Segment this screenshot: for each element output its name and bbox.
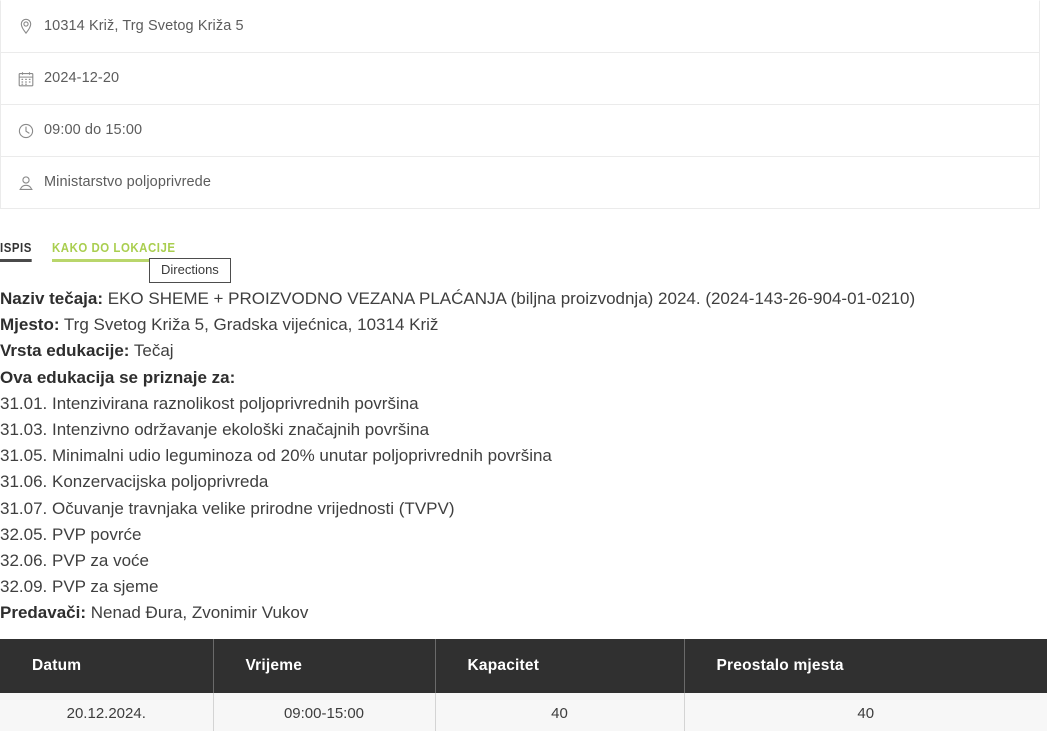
list-item: 31.06. Konzervacijska poljoprivreda (0, 472, 269, 492)
table-body: 20.12.2024. 09:00-15:00 40 40 (0, 693, 1047, 731)
cell-datum: 20.12.2024. (0, 693, 214, 731)
event-detail-page: 10314 Križ, Trg Svetog Križa 5 2024-12-2… (0, 0, 1047, 731)
list-item: 31.01. Intenzivirana raznolikost poljopr… (0, 393, 419, 413)
detail-lecturers-label: Predavači: (0, 603, 86, 623)
event-details: Naziv tečaja: EKO SHEME + PROIZVODNO VEZ… (0, 286, 1047, 627)
detail-lecturers-value: Nenad Đura, Zvonimir Vukov (90, 603, 309, 623)
list-item: 31.05. Minimalni udio leguminoza od 20% … (0, 446, 552, 466)
detail-type-value: Tečaj (133, 341, 174, 361)
info-location-text: 10314 Križ, Trg Svetog Križa 5 (44, 18, 244, 35)
list-item: 32.09. PVP za sjeme (0, 577, 159, 597)
calendar-icon (17, 70, 35, 88)
detail-type-label: Vrsta edukacije: (0, 341, 130, 361)
table-header: Datum Vrijeme Kapacitet Preostalo mjesta (0, 639, 1047, 693)
detail-course-value: EKO SHEME + PROIZVODNO VEZANA PLAĆANJA (… (107, 289, 916, 308)
table-row: 20.12.2024. 09:00-15:00 40 40 (0, 693, 1047, 731)
list-item: 31.03. Intenzivno održavanje ekološki zn… (0, 420, 430, 440)
list-item: 32.05. PVP povrće (0, 524, 142, 544)
clock-icon (17, 122, 35, 140)
map-pin-icon (17, 18, 35, 36)
detail-type: Vrsta edukacije: Tečaj (0, 338, 1047, 364)
print-link[interactable]: ISPIS (0, 240, 32, 262)
user-icon (17, 174, 35, 192)
detail-place-label: Mjesto: (0, 315, 60, 335)
event-info-list: 10314 Križ, Trg Svetog Križa 5 2024-12-2… (0, 0, 1040, 209)
column-header-vrijeme: Vrijeme (213, 639, 436, 693)
column-header-kapacitet: Kapacitet (435, 639, 685, 693)
cell-preostalo-mjesta: 40 (684, 693, 1047, 731)
detail-course: Naziv tečaja: EKO SHEME + PROIZVODNO VEZ… (0, 286, 1047, 312)
info-row-time: 09:00 do 15:00 (1, 105, 1039, 157)
detail-place-value: Trg Svetog Križa 5, Gradska vijećnica, 1… (63, 315, 439, 335)
table-header-row: Datum Vrijeme Kapacitet Preostalo mjesta (0, 639, 1047, 693)
column-header-preostalo-mjesta: Preostalo mjesta (684, 639, 1047, 693)
info-time-text: 09:00 do 15:00 (44, 122, 143, 139)
recognized-heading-text: Ova edukacija se priznaje za: (0, 367, 236, 387)
info-row-organizer: Ministarstvo poljoprivrede (1, 157, 1039, 209)
list-item: 32.06. PVP za voće (0, 551, 150, 571)
schedule-table: Datum Vrijeme Kapacitet Preostalo mjesta… (0, 639, 1047, 731)
detail-lecturers: Predavači: Nenad Đura, Zvonimir Vukov (0, 600, 1047, 626)
info-row-date: 2024-12-20 (1, 53, 1039, 105)
info-date-text: 2024-12-20 (44, 70, 120, 87)
cell-kapacitet: 40 (435, 693, 685, 731)
list-item: 31.07. Očuvanje travnjaka velike prirodn… (0, 498, 455, 518)
info-organizer-text: Ministarstvo poljoprivrede (44, 174, 211, 191)
directions-tooltip: Directions (149, 258, 231, 284)
cell-vrijeme: 09:00-15:00 (213, 693, 436, 731)
detail-recognized-heading: Ova edukacija se priznaje za: (0, 365, 1047, 391)
column-header-datum: Datum (0, 639, 214, 693)
info-row-location: 10314 Križ, Trg Svetog Križa 5 (1, 1, 1039, 53)
detail-place: Mjesto: Trg Svetog Križa 5, Gradska vije… (0, 312, 1047, 338)
detail-course-label: Naziv tečaja: (0, 289, 103, 308)
